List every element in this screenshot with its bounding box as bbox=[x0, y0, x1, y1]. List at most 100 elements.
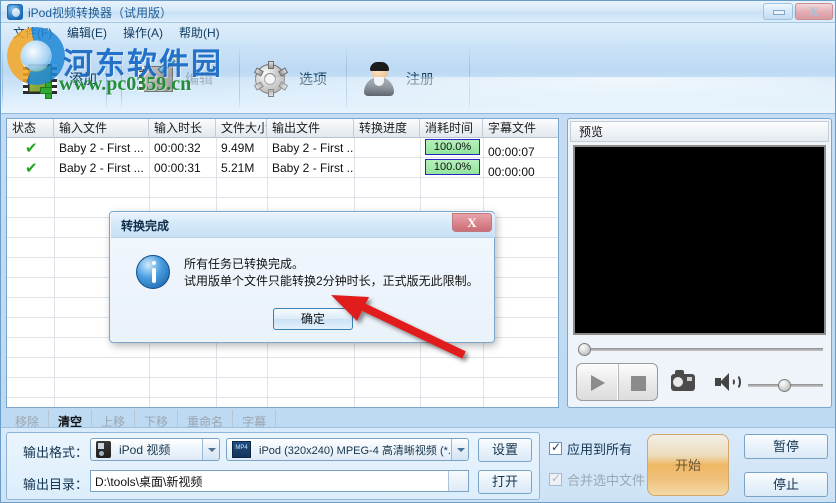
mute-button[interactable] bbox=[715, 373, 741, 391]
seek-knob[interactable] bbox=[578, 343, 591, 356]
pause-button[interactable]: 暂停 bbox=[744, 434, 828, 459]
list-item[interactable] bbox=[7, 178, 558, 198]
merge-files-label: 合并选中文件 bbox=[567, 473, 646, 488]
profile-value: iPod (320x240) MPEG-4 高清晰视频 (*.m bbox=[259, 444, 451, 457]
ipod-icon bbox=[96, 441, 111, 458]
column-header-duration[interactable]: 输入时长 bbox=[149, 119, 216, 138]
output-dir-field[interactable]: D:\tools\桌面\新视频 bbox=[90, 470, 469, 492]
dialog-message: 所有任务已转换完成。 试用版单个文件只能转换2分钟时长，正式版无此限制。 bbox=[184, 256, 479, 290]
toolbar-label-options: 选项 bbox=[299, 71, 327, 87]
list-item[interactable] bbox=[7, 378, 558, 398]
toolbar-button-register[interactable]: 注册 bbox=[364, 51, 434, 107]
menu-item-edit[interactable]: 编辑(E) bbox=[63, 25, 111, 41]
status-check-icon: ✔ bbox=[25, 139, 38, 157]
list-item[interactable] bbox=[7, 358, 558, 378]
preview-title: 预览 bbox=[570, 121, 829, 142]
progress-badge: 100.0% bbox=[425, 139, 480, 155]
player-controls bbox=[573, 359, 826, 404]
close-button[interactable]: X bbox=[795, 3, 833, 20]
add-film-icon bbox=[23, 64, 57, 99]
device-value: iPod 视频 bbox=[119, 443, 171, 457]
camera-icon bbox=[675, 370, 684, 375]
volume-knob[interactable] bbox=[778, 379, 791, 392]
checkbox-icon bbox=[549, 440, 562, 455]
cell-output-file: Baby 2 - First ... bbox=[272, 160, 354, 175]
column-header-status[interactable]: 状态 bbox=[7, 119, 54, 138]
preview-panel: 预览 bbox=[567, 118, 832, 408]
cell-filesize: 5.21M bbox=[221, 160, 255, 175]
gear-icon bbox=[253, 61, 289, 97]
cell-output-file: Baby 2 - First ... bbox=[272, 140, 354, 155]
table-row[interactable]: ✔ Baby 2 - First ... 00:00:32 9.49M Baby… bbox=[7, 138, 558, 159]
play-icon bbox=[591, 375, 605, 391]
column-header-elapsed[interactable]: 消耗时间 bbox=[420, 119, 483, 138]
close-icon: X bbox=[809, 4, 819, 19]
output-format-label: 输出格式： bbox=[23, 445, 89, 460]
table-row[interactable]: ✔ Baby 2 - First ... 00:00:31 5.21M Baby… bbox=[7, 158, 558, 179]
stop-icon bbox=[630, 376, 646, 391]
dialog-close-button[interactable]: X bbox=[452, 213, 492, 232]
cell-input-file: Baby 2 - First ... bbox=[59, 160, 144, 175]
toolbar-button-edit[interactable]: 编辑 bbox=[139, 51, 213, 107]
volume-slider[interactable] bbox=[748, 379, 823, 392]
start-button[interactable]: 开始 bbox=[647, 434, 729, 496]
checkbox-icon bbox=[549, 471, 562, 486]
snapshot-button[interactable] bbox=[671, 370, 695, 391]
merge-files-checkbox[interactable]: 合并选中文件 bbox=[549, 470, 645, 489]
transport-buttons bbox=[576, 363, 658, 401]
progress-badge: 100.0% bbox=[425, 159, 480, 175]
toolbar-label-edit: 编辑 bbox=[185, 71, 213, 87]
column-header-progress[interactable]: 转换进度 bbox=[354, 119, 420, 138]
toolbar-button-add[interactable]: 添加 bbox=[23, 51, 97, 107]
open-button[interactable]: 打开 bbox=[478, 470, 532, 494]
dialog-ok-button[interactable]: 确定 bbox=[273, 308, 353, 330]
toolbar: 添加 编辑 选项 注册 bbox=[1, 43, 835, 114]
dialog-title-bar: 转换完成 X bbox=[111, 213, 495, 238]
toolbar-label-register: 注册 bbox=[406, 71, 434, 87]
stop-button[interactable]: 停止 bbox=[744, 472, 828, 497]
toolbar-label-add: 添加 bbox=[69, 71, 97, 87]
cell-duration: 00:00:32 bbox=[154, 140, 201, 155]
browse-button[interactable] bbox=[448, 471, 468, 491]
device-combo[interactable]: iPod 视频 bbox=[90, 438, 220, 461]
column-header-input-file[interactable]: 输入文件 bbox=[54, 119, 149, 138]
conversion-complete-dialog: 转换完成 X 所有任务已转换完成。 试用版单个文件只能转换2分钟时长，正式版无此… bbox=[109, 211, 495, 343]
stop-button[interactable] bbox=[616, 364, 657, 400]
profile-combo-chevron-down-icon[interactable] bbox=[451, 439, 468, 460]
title-bar: iPod视频转换器（试用版） X bbox=[1, 1, 835, 23]
seek-slider[interactable] bbox=[578, 343, 823, 356]
bottom-bar: 输出格式： iPod 视频 iPod (320x240) MPEG-4 高清晰视… bbox=[1, 427, 835, 502]
apply-to-all-checkbox[interactable]: 应用到所有 bbox=[549, 439, 632, 458]
app-icon bbox=[7, 4, 23, 20]
cell-duration: 00:00:31 bbox=[154, 160, 201, 175]
window-controls: X bbox=[763, 3, 833, 20]
device-combo-chevron-down-icon[interactable] bbox=[202, 439, 219, 460]
window-title: iPod视频转换器（试用版） bbox=[28, 6, 173, 20]
menu-bar: 文件(F) 编辑(E) 操作(A) 帮助(H) bbox=[1, 23, 835, 43]
user-icon bbox=[364, 62, 394, 96]
settings-button[interactable]: 设置 bbox=[478, 438, 532, 462]
menu-item-file[interactable]: 文件(F) bbox=[9, 25, 56, 41]
dialog-message-line1: 所有任务已转换完成。 bbox=[184, 257, 305, 271]
column-header-subtitle[interactable]: 字幕文件 bbox=[483, 119, 558, 138]
apply-to-all-label: 应用到所有 bbox=[567, 442, 633, 457]
output-dir-value: D:\tools\桌面\新视频 bbox=[95, 474, 203, 489]
column-header-filesize[interactable]: 文件大小 bbox=[216, 119, 267, 138]
dialog-title: 转换完成 bbox=[121, 219, 170, 233]
edit-film-icon bbox=[139, 56, 177, 94]
preview-screen[interactable] bbox=[573, 145, 826, 335]
play-button[interactable] bbox=[577, 364, 617, 400]
toolbar-button-options[interactable]: 选项 bbox=[253, 51, 327, 107]
menu-item-action[interactable]: 操作(A) bbox=[119, 25, 167, 41]
minimize-button[interactable] bbox=[763, 3, 793, 20]
output-dir-label: 输出目录： bbox=[23, 477, 89, 492]
seek-track bbox=[588, 348, 823, 351]
application-window: iPod视频转换器（试用版） X 文件(F) 编辑(E) 操作(A) 帮助(H)… bbox=[0, 0, 836, 503]
menu-item-help[interactable]: 帮助(H) bbox=[175, 25, 224, 41]
minimize-icon bbox=[773, 10, 785, 15]
profile-combo[interactable]: iPod (320x240) MPEG-4 高清晰视频 (*.m bbox=[226, 438, 469, 461]
column-header-output-file[interactable]: 输出文件 bbox=[267, 119, 354, 138]
info-icon bbox=[136, 255, 170, 289]
cell-filesize: 9.49M bbox=[221, 140, 255, 155]
mp4-icon bbox=[232, 441, 251, 458]
